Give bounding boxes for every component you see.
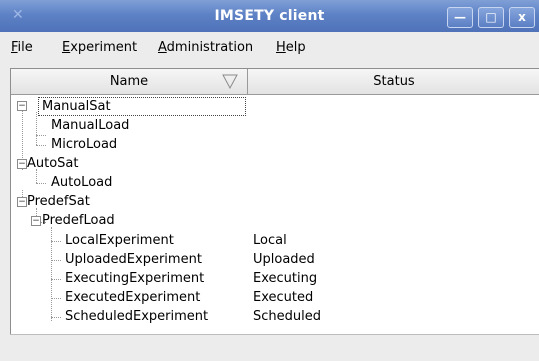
menu-experiment[interactable]: Experiment: [62, 32, 137, 64]
tree-node-predefload[interactable]: PredefLoad: [42, 211, 115, 230]
tree-node-scheduledexperiment[interactable]: ScheduledExperiment: [65, 307, 208, 326]
menu-administration[interactable]: Administration: [158, 32, 253, 64]
tree-node-autoload[interactable]: AutoLoad: [51, 173, 112, 192]
tree-line: [36, 112, 37, 145]
menu-bar: File Experiment Administration Help: [0, 32, 539, 64]
title-bar[interactable]: ✕ IMSETY client — □ x: [0, 0, 539, 32]
status-bar: [10, 334, 539, 361]
maximize-button[interactable]: □: [478, 7, 504, 28]
tree-line: [51, 241, 61, 242]
collapse-toggle-icon[interactable]: −: [17, 197, 27, 207]
menu-help-mnemonic: H: [276, 40, 286, 55]
menu-experiment-mnemonic: E: [62, 40, 71, 55]
status-cell: Executing: [253, 271, 318, 286]
tree-node-autosat[interactable]: AutoSat: [27, 154, 79, 173]
collapse-toggle-icon[interactable]: −: [31, 216, 41, 226]
tree-node-predefsat[interactable]: PredefSat: [27, 192, 90, 211]
tree-line: [51, 317, 61, 318]
tree-node-localexperiment[interactable]: LocalExperiment: [65, 231, 174, 250]
tree-line: [51, 260, 61, 261]
column-header-name-label: Name: [109, 74, 149, 89]
sort-triangle-icon[interactable]: [221, 72, 239, 90]
status-cell: Local: [253, 233, 287, 248]
menu-administration-mnemonic: A: [158, 40, 167, 55]
tree-node-uploadedexperiment[interactable]: UploadedExperiment: [65, 250, 202, 269]
tree-node-executingexperiment[interactable]: ExecutingExperiment: [65, 269, 204, 288]
menu-help-label: elp: [285, 40, 306, 55]
tree-node-executedexperiment[interactable]: ExecutedExperiment: [65, 288, 200, 307]
column-header-status[interactable]: Status: [248, 69, 539, 95]
collapse-toggle-icon[interactable]: −: [17, 159, 27, 169]
tree-node-manualsat[interactable]: ManualSat: [42, 97, 111, 116]
tree-line: [51, 298, 61, 299]
status-cell: Executed: [253, 290, 314, 305]
tree-line: [51, 279, 61, 280]
tree-node-manualload[interactable]: ManualLoad: [51, 116, 129, 135]
tree-line: [36, 135, 46, 136]
minimize-button[interactable]: —: [447, 7, 473, 28]
experiment-tree-table[interactable]: Name Status − − − − ManualSat ManualLoad…: [10, 68, 539, 335]
menu-file[interactable]: File: [11, 32, 33, 64]
tree-node-microload[interactable]: MicroLoad: [51, 135, 117, 154]
status-cell: Uploaded: [253, 252, 315, 267]
tree-line: [36, 183, 46, 184]
close-button[interactable]: x: [509, 7, 535, 28]
menu-file-label: ile: [17, 40, 33, 55]
column-header-name[interactable]: Name: [11, 69, 248, 95]
app-window: ✕ IMSETY client — □ x File Experiment Ad…: [0, 0, 539, 361]
menu-administration-label: dministration: [166, 40, 254, 55]
menu-help[interactable]: Help: [276, 32, 306, 64]
tree-line: [36, 145, 46, 146]
menu-experiment-label: xperiment: [70, 40, 138, 55]
status-cell: Scheduled: [253, 309, 321, 324]
collapse-toggle-icon[interactable]: −: [17, 101, 27, 111]
